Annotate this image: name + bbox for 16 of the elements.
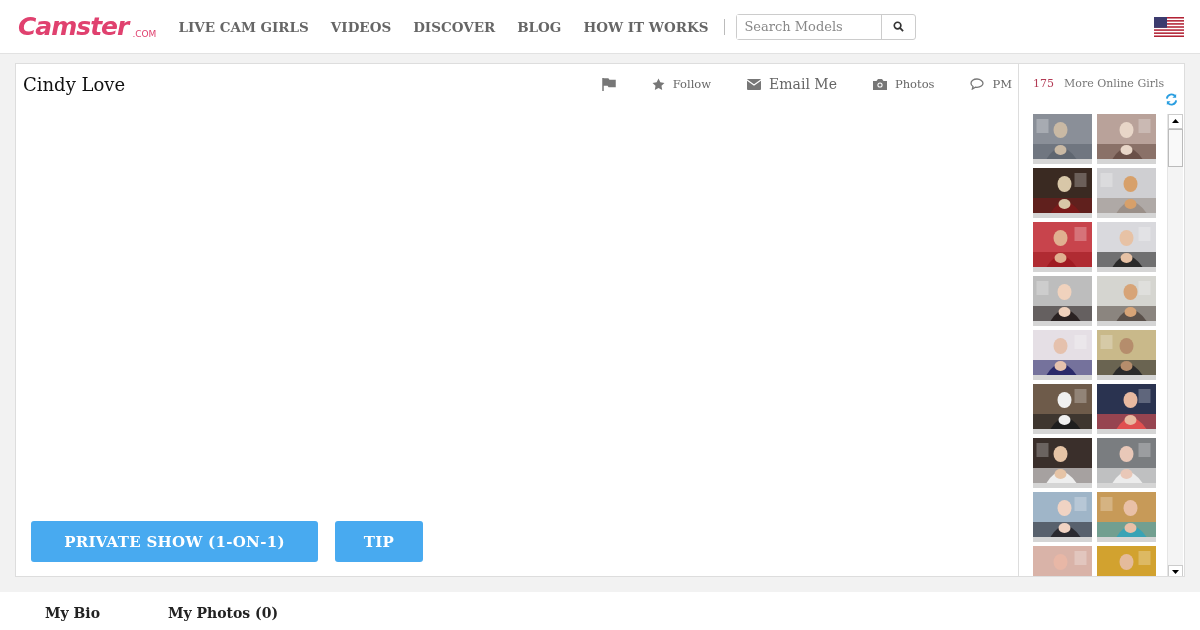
action-link[interactable]: PM [970, 77, 1012, 91]
more-online-link[interactable]: More Online Girls [1064, 77, 1165, 90]
nav-link[interactable]: HOW IT WORKS [583, 18, 709, 35]
online-count: 175 [1033, 77, 1054, 90]
nav-link[interactable]: VIDEOS [330, 18, 392, 35]
site-logo[interactable]: Camster .COM [16, 8, 161, 45]
action-link[interactable]: Email Me [747, 76, 837, 92]
nav-link[interactable]: DISCOVER [413, 18, 496, 35]
model-name: Cindy Love [23, 73, 126, 95]
profile-tab[interactable]: My Photos (0) [168, 605, 279, 621]
profile-tab[interactable]: My Bio [45, 605, 100, 621]
action-link[interactable]: Follow [651, 77, 712, 91]
action-link[interactable]: Photos [872, 77, 935, 91]
nav-link[interactable]: LIVE CAM GIRLS [178, 18, 309, 35]
search-field[interactable]: Search Models [736, 13, 917, 40]
nav-link[interactable]: BLOG [517, 18, 562, 35]
